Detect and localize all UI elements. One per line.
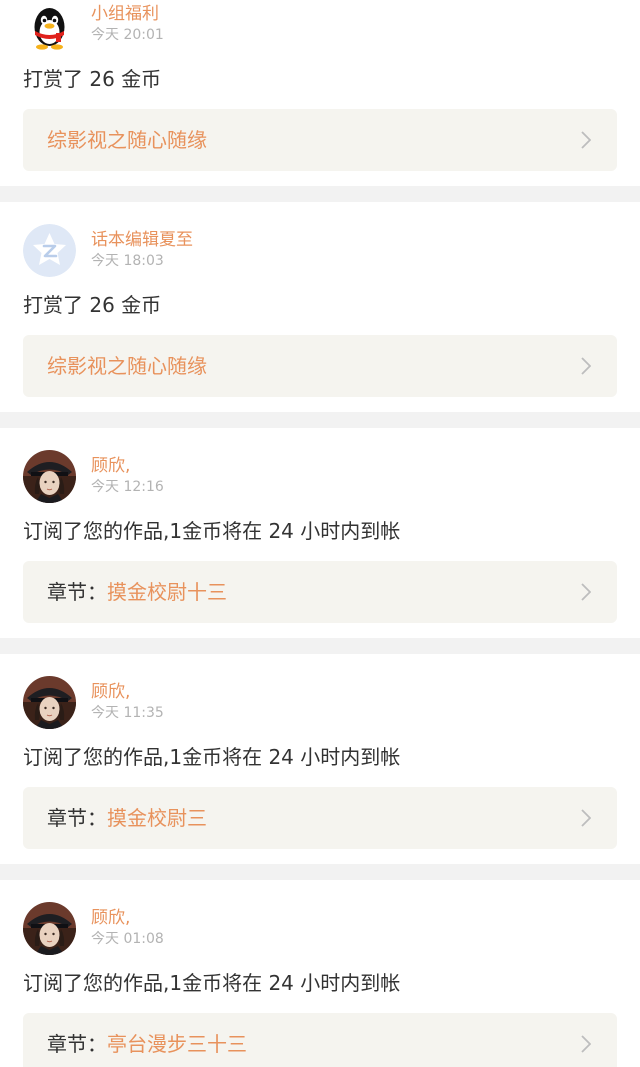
chevron-right-icon bbox=[581, 583, 591, 601]
timestamp: 今天 11:35 bbox=[91, 705, 164, 721]
timestamp: 今天 12:16 bbox=[91, 479, 164, 495]
officer-portrait-icon bbox=[23, 450, 76, 503]
notification-feed: 小组福利 今天 20:01 打赏了 26 金币 综影视之随心随缘 话本编辑夏至 … bbox=[0, 0, 640, 1067]
username[interactable]: 顾欣, bbox=[91, 456, 130, 476]
officer-portrait-icon bbox=[23, 676, 76, 729]
chevron-right-icon bbox=[581, 809, 591, 827]
notification-card: 顾欣, 今天 01:08 订阅了您的作品,1金币将在 24 小时内到帐 章节：亭… bbox=[0, 880, 640, 1067]
work-link[interactable]: 综影视之随心随缘 bbox=[23, 109, 617, 171]
user-avatar[interactable] bbox=[23, 902, 76, 955]
chevron-right-icon bbox=[581, 131, 591, 149]
notification-card: 小组福利 今天 20:01 打赏了 26 金币 综影视之随心随缘 bbox=[0, 0, 640, 186]
chevron-right-icon bbox=[581, 357, 591, 375]
chapter-link[interactable]: 章节：亭台漫步三十三 bbox=[23, 1013, 617, 1067]
qq-penguin-icon[interactable] bbox=[23, 1, 76, 54]
chapter-link[interactable]: 章节：摸金校尉三 bbox=[23, 787, 617, 849]
notification-card: 顾欣, 今天 11:35 订阅了您的作品,1金币将在 24 小时内到帐 章节：摸… bbox=[0, 654, 640, 864]
link-prefix: 章节： bbox=[47, 580, 107, 604]
link-prefix: 章节： bbox=[47, 1032, 107, 1056]
message-text: 打赏了 26 金币 bbox=[23, 293, 162, 317]
timestamp: 今天 18:03 bbox=[91, 253, 164, 269]
notification-card: 话本编辑夏至 今天 18:03 打赏了 26 金币 综影视之随心随缘 bbox=[0, 202, 640, 412]
message-text: 订阅了您的作品,1金币将在 24 小时内到帐 bbox=[23, 519, 401, 543]
username[interactable]: 话本编辑夏至 bbox=[91, 230, 193, 250]
link-title: 摸金校尉十三 bbox=[107, 580, 227, 604]
chevron-right-icon bbox=[581, 1035, 591, 1053]
username[interactable]: 小组福利 bbox=[91, 4, 159, 24]
timestamp: 今天 01:08 bbox=[91, 931, 164, 947]
link-title: 亭台漫步三十三 bbox=[107, 1032, 247, 1056]
officer-portrait-icon bbox=[23, 902, 76, 955]
username[interactable]: 顾欣, bbox=[91, 908, 130, 928]
link-label: 章节：亭台漫步三十三 bbox=[47, 1013, 247, 1067]
timestamp: 今天 20:01 bbox=[91, 27, 164, 43]
star-badge-icon[interactable] bbox=[23, 224, 76, 277]
work-link[interactable]: 综影视之随心随缘 bbox=[23, 335, 617, 397]
link-label: 综影视之随心随缘 bbox=[47, 109, 207, 171]
notification-card: 顾欣, 今天 12:16 订阅了您的作品,1金币将在 24 小时内到帐 章节：摸… bbox=[0, 428, 640, 638]
message-text: 打赏了 26 金币 bbox=[23, 67, 162, 91]
user-avatar[interactable] bbox=[23, 676, 76, 729]
message-text: 订阅了您的作品,1金币将在 24 小时内到帐 bbox=[23, 971, 401, 995]
link-title: 综影视之随心随缘 bbox=[47, 128, 207, 152]
link-title: 摸金校尉三 bbox=[107, 806, 207, 830]
chapter-link[interactable]: 章节：摸金校尉十三 bbox=[23, 561, 617, 623]
username[interactable]: 顾欣, bbox=[91, 682, 130, 702]
message-text: 订阅了您的作品,1金币将在 24 小时内到帐 bbox=[23, 745, 401, 769]
link-title: 综影视之随心随缘 bbox=[47, 354, 207, 378]
link-label: 章节：摸金校尉十三 bbox=[47, 561, 227, 623]
user-avatar[interactable] bbox=[23, 450, 76, 503]
link-label: 综影视之随心随缘 bbox=[47, 335, 207, 397]
link-label: 章节：摸金校尉三 bbox=[47, 787, 207, 849]
link-prefix: 章节： bbox=[47, 806, 107, 830]
